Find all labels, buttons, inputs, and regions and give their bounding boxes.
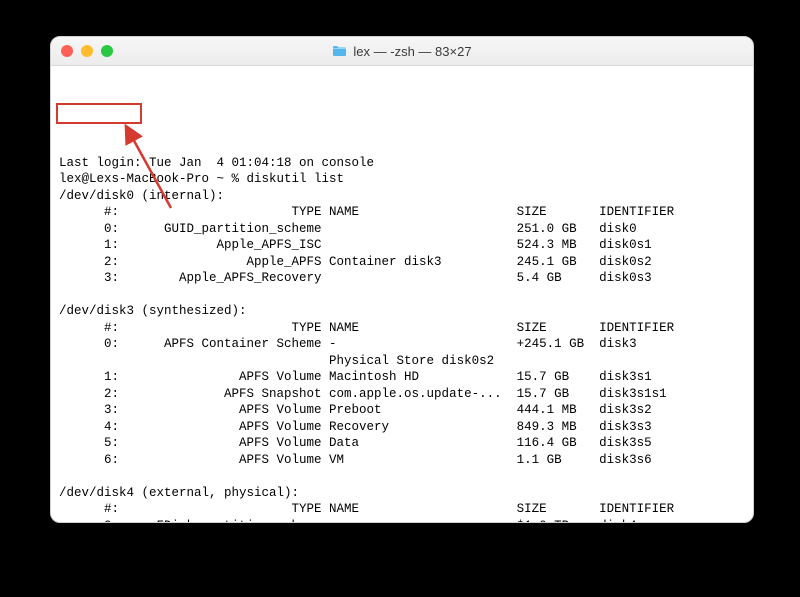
annotation-highlight	[56, 103, 142, 124]
terminal-window: lex — -zsh — 83×27 Last login: Tue Jan 4…	[50, 36, 754, 523]
disk-device-line: /dev/disk4 (external, physical):	[59, 485, 745, 502]
window-title: lex — -zsh — 83×27	[51, 44, 753, 59]
disk-header-line: #: TYPE NAME SIZE IDENTIFIER	[59, 204, 745, 221]
close-icon[interactable]	[61, 45, 73, 57]
blank-line	[59, 468, 745, 485]
disk-header-line: #: TYPE NAME SIZE IDENTIFIER	[59, 320, 745, 337]
folder-icon	[332, 45, 347, 57]
table-row: 1: APFS Volume Macintosh HD 15.7 GB disk…	[59, 369, 745, 386]
titlebar[interactable]: lex — -zsh — 83×27	[51, 37, 753, 66]
last-login-line: Last login: Tue Jan 4 01:04:18 on consol…	[59, 155, 745, 172]
table-row: 4: APFS Volume Recovery 849.3 MB disk3s3	[59, 419, 745, 436]
disk-device-line: /dev/disk0 (internal):	[59, 188, 745, 205]
table-row: 3: Apple_APFS_Recovery 5.4 GB disk0s3	[59, 270, 745, 287]
table-row: 3: APFS Volume Preboot 444.1 MB disk3s2	[59, 402, 745, 419]
window-title-text: lex — -zsh — 83×27	[353, 44, 471, 59]
window-controls	[61, 45, 113, 57]
table-row: 0: FDisk_partition_scheme *1.0 TB disk4	[59, 518, 745, 523]
disk-device-line: /dev/disk3 (synthesized):	[59, 303, 745, 320]
table-row: 6: APFS Volume VM 1.1 GB disk3s6	[59, 452, 745, 469]
table-row: 2: Apple_APFS Container disk3 245.1 GB d…	[59, 254, 745, 271]
disk-header-line: #: TYPE NAME SIZE IDENTIFIER	[59, 501, 745, 518]
minimize-icon[interactable]	[81, 45, 93, 57]
zoom-icon[interactable]	[101, 45, 113, 57]
table-row: 5: APFS Volume Data 116.4 GB disk3s5	[59, 435, 745, 452]
terminal-output[interactable]: Last login: Tue Jan 4 01:04:18 on consol…	[51, 66, 753, 522]
table-row: 1: Apple_APFS_ISC 524.3 MB disk0s1	[59, 237, 745, 254]
table-row: 2: APFS Snapshot com.apple.os.update-...…	[59, 386, 745, 403]
blank-line	[59, 287, 745, 304]
command-line: lex@Lexs-MacBook-Pro ~ % diskutil list	[59, 171, 745, 188]
table-row: 0: APFS Container Scheme - +245.1 GB dis…	[59, 336, 745, 353]
table-row: 0: GUID_partition_scheme 251.0 GB disk0	[59, 221, 745, 238]
table-row: Physical Store disk0s2	[59, 353, 745, 370]
